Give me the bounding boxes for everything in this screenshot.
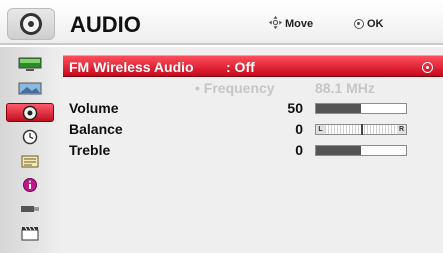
- screen-icon: [18, 82, 42, 95]
- picture-icon: [18, 57, 42, 71]
- balance-center-marker: [361, 124, 363, 135]
- volume-value: 50: [287, 100, 303, 116]
- menu-sidebar: [0, 47, 63, 253]
- move-arrows-icon: [268, 15, 283, 30]
- volume-label: Volume: [69, 100, 119, 116]
- slideshow-icon: [21, 226, 39, 240]
- sidebar-item-screen[interactable]: [6, 79, 54, 98]
- volume-row[interactable]: Volume 50: [63, 100, 443, 120]
- option-icon: [21, 155, 39, 167]
- selected-indicator-icon: [422, 62, 433, 73]
- treble-row[interactable]: Treble 0: [63, 142, 443, 162]
- fm-wireless-audio-label: FM Wireless Audio: [69, 59, 194, 75]
- audio-settings-panel: FM Wireless Audio : Off • Frequency 88.1…: [63, 47, 443, 253]
- balance-slider[interactable]: L R: [315, 124, 407, 135]
- balance-value: 0: [295, 121, 303, 137]
- volume-slider[interactable]: [315, 103, 407, 114]
- sidebar-item-audio[interactable]: [6, 103, 54, 122]
- frequency-value: 88.1 MHz: [315, 80, 375, 96]
- treble-slider[interactable]: [315, 145, 407, 156]
- usb-icon: [21, 205, 39, 212]
- sidebar-item-option[interactable]: [6, 151, 54, 170]
- sidebar-item-usb[interactable]: [6, 199, 54, 218]
- ok-hint: OK: [367, 18, 384, 30]
- audio-icon: [22, 105, 38, 120]
- clock-icon: [22, 129, 38, 144]
- info-icon: [23, 177, 37, 192]
- sidebar-item-time[interactable]: [6, 127, 54, 146]
- menu-header: AUDIO Move OK: [0, 0, 443, 45]
- balance-left-label: L: [316, 125, 325, 134]
- treble-slider-fill: [316, 146, 361, 155]
- treble-value: 0: [295, 142, 303, 158]
- frequency-label: • Frequency: [195, 80, 275, 96]
- volume-slider-fill: [316, 104, 361, 113]
- fm-wireless-audio-row[interactable]: FM Wireless Audio : Off: [63, 55, 443, 77]
- balance-right-label: R: [397, 125, 406, 134]
- sidebar-item-info[interactable]: [6, 175, 54, 194]
- fm-wireless-audio-value: : Off: [226, 59, 255, 75]
- page-title: AUDIO: [70, 12, 141, 37]
- sidebar-item-slideshow[interactable]: [6, 223, 54, 242]
- move-hint: Move: [285, 18, 314, 30]
- frequency-row: • Frequency 88.1 MHz: [63, 80, 443, 100]
- treble-label: Treble: [69, 142, 111, 158]
- sidebar-item-picture[interactable]: [6, 55, 54, 74]
- ok-button-icon: [354, 19, 364, 29]
- balance-label: Balance: [69, 121, 123, 137]
- speaker-icon: [7, 8, 55, 40]
- audio-menu-osd: AUDIO Move OK FM Wireless Audio: Off • …: [0, 0, 443, 253]
- balance-row[interactable]: Balance 0 L R: [63, 121, 443, 141]
